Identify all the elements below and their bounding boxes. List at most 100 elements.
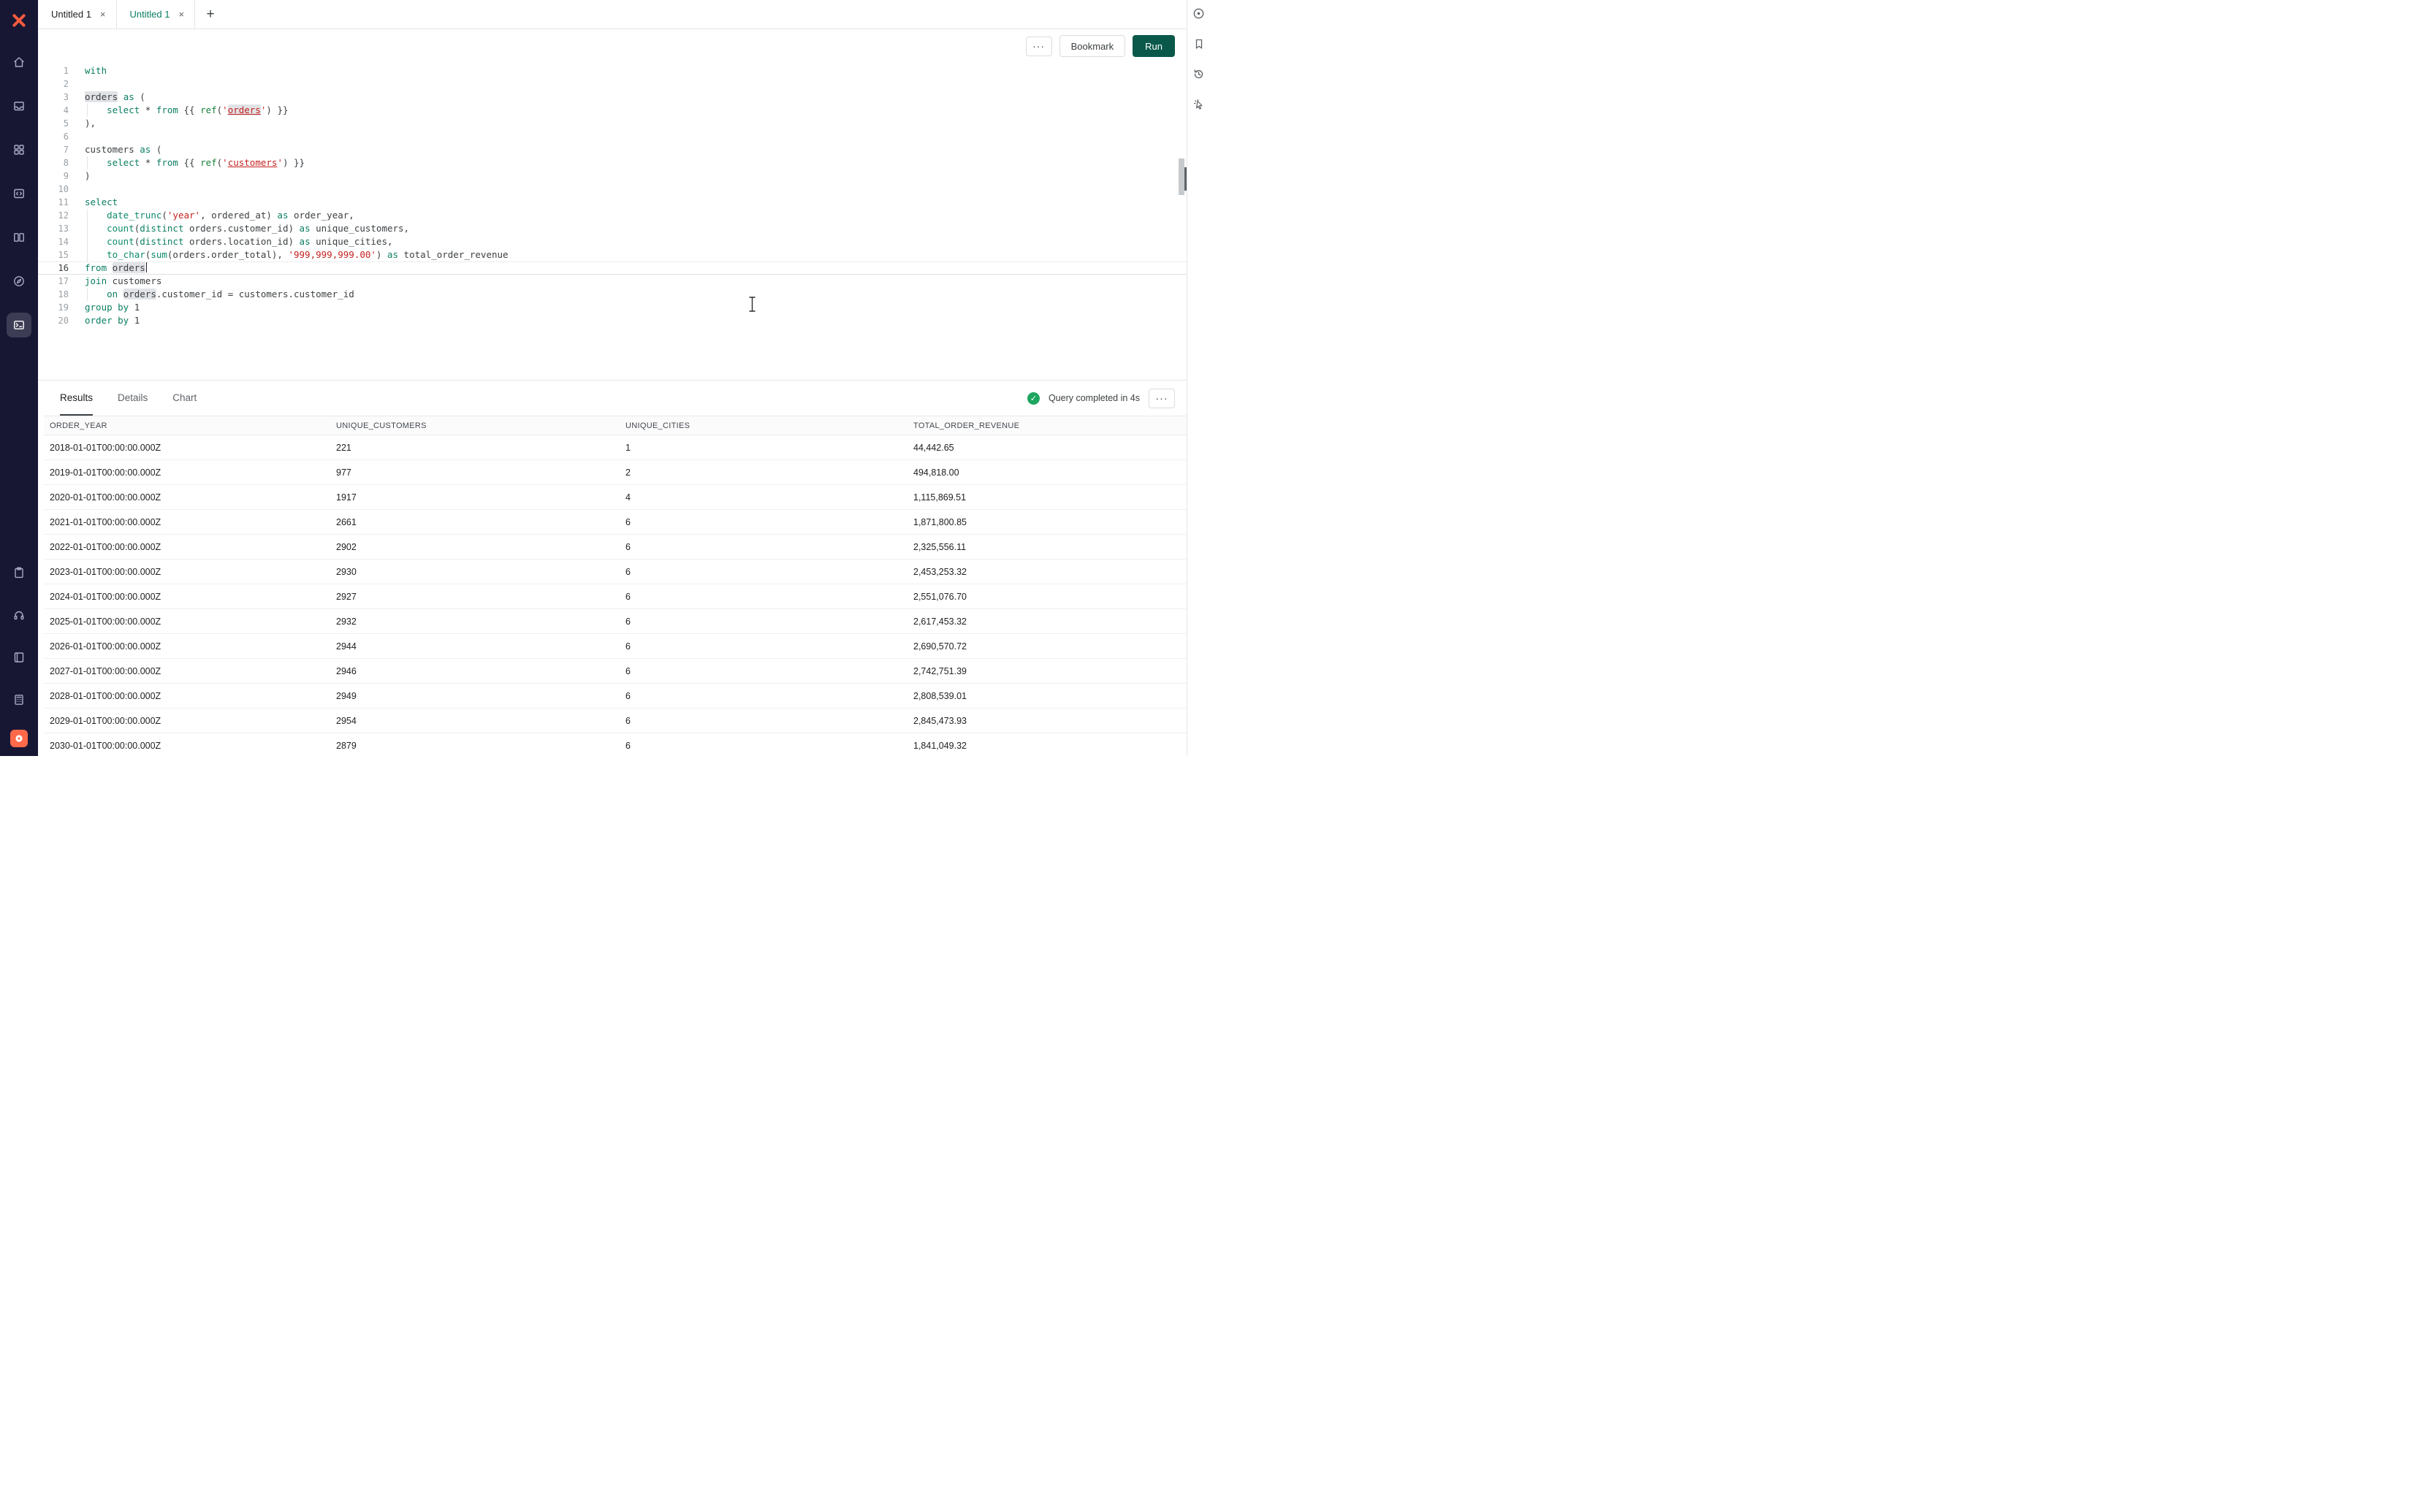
terminal-editor-icon[interactable] [7,313,31,337]
line-number: 8 [38,156,69,169]
calculator-icon[interactable] [7,687,31,712]
table-row[interactable]: 2021-01-01T00:00:00.000Z266161,871,800.8… [44,510,1187,535]
results-body[interactable]: 2018-01-01T00:00:00.000Z221144,442.65201… [44,435,1187,756]
table-row[interactable]: 2030-01-01T00:00:00.000Z287961,841,049.3… [44,733,1187,756]
cursor-click-icon[interactable] [1193,99,1205,110]
table-cell: 2,325,556.11 [908,542,1187,552]
table-row[interactable]: 2020-01-01T00:00:00.000Z191741,115,869.5… [44,485,1187,510]
tab-results[interactable]: Results [60,381,93,416]
results-header-row: ORDER_YEARUNIQUE_CUSTOMERSUNIQUE_CITIEST… [44,416,1187,435]
tab-untitled-1[interactable]: Untitled 1 × [38,0,117,28]
tab-chart[interactable]: Chart [172,381,197,416]
tab-untitled-2[interactable]: Untitled 1 × [117,0,196,28]
code-line-19[interactable]: 19group by 1 [38,301,1187,314]
new-tab-button[interactable]: + [195,0,226,28]
support-headset-icon[interactable] [7,603,31,627]
table-cell: 2,690,570.72 [908,641,1187,652]
code-text: join customers [85,275,161,288]
more-options-button[interactable]: ··· [1026,37,1052,56]
code-line-5[interactable]: 5), [38,117,1187,130]
line-number: 4 [38,104,69,117]
table-row[interactable]: 2029-01-01T00:00:00.000Z295462,845,473.9… [44,709,1187,733]
table-cell: 2030-01-01T00:00:00.000Z [44,741,330,751]
results-more-options-button[interactable]: ··· [1149,389,1175,408]
sidebar-nav [7,50,31,337]
table-row[interactable]: 2026-01-01T00:00:00.000Z294462,690,570.7… [44,634,1187,659]
table-cell: 2927 [330,592,620,602]
code-line-3[interactable]: 3orders as ( [38,91,1187,104]
code-line-2[interactable]: 2 [38,77,1187,91]
notebook-icon[interactable] [7,645,31,670]
right-rail [1187,0,1210,756]
table-row[interactable]: 2019-01-01T00:00:00.000Z9772494,818.00 [44,460,1187,485]
column-header[interactable]: UNIQUE_CUSTOMERS [330,421,620,430]
code-line-13[interactable]: 13 count(distinct orders.customer_id) as… [38,222,1187,235]
column-header[interactable]: ORDER_YEAR [44,421,330,430]
column-header[interactable]: TOTAL_ORDER_REVENUE [908,421,1187,430]
code-line-10[interactable]: 10 [38,183,1187,196]
line-number: 17 [38,275,69,288]
bookmark-icon[interactable] [1193,38,1205,50]
line-number: 10 [38,183,69,196]
query-status: ✓ Query completed in 4s ··· [1027,381,1175,416]
table-cell: 2027-01-01T00:00:00.000Z [44,666,330,676]
table-row[interactable]: 2023-01-01T00:00:00.000Z293062,453,253.3… [44,560,1187,584]
bookmark-button[interactable]: Bookmark [1059,35,1126,57]
home-icon[interactable] [7,50,31,75]
table-row[interactable]: 2028-01-01T00:00:00.000Z294962,808,539.0… [44,684,1187,709]
code-area: 1with23orders as (4 select * from {{ ref… [38,64,1187,327]
apps-grid-icon[interactable] [7,137,31,162]
clipboard-icon[interactable] [7,560,31,585]
code-text: orders as ( [85,91,145,104]
line-number: 5 [38,117,69,130]
results-tab-bar: Results Details Chart ✓ Query completed … [38,381,1187,416]
compare-panels-icon[interactable] [7,225,31,250]
table-row[interactable]: 2018-01-01T00:00:00.000Z221144,442.65 [44,435,1187,460]
code-line-16[interactable]: 16from orders [38,261,1187,275]
run-button[interactable]: Run [1133,35,1175,57]
close-tab-icon[interactable]: × [100,9,106,19]
code-line-6[interactable]: 6 [38,130,1187,143]
code-line-18[interactable]: 18 on orders.customer_id = customers.cus… [38,288,1187,301]
code-line-8[interactable]: 8 select * from {{ ref('customers') }} [38,156,1187,169]
data-warehouse-icon[interactable] [7,93,31,118]
table-cell: 2,845,473.93 [908,716,1187,726]
sql-editor[interactable]: 1with23orders as (4 select * from {{ ref… [38,63,1187,380]
line-number: 11 [38,196,69,209]
tab-details[interactable]: Details [118,381,148,416]
code-editor-icon[interactable] [7,181,31,206]
code-line-11[interactable]: 11select [38,196,1187,209]
code-line-1[interactable]: 1with [38,64,1187,77]
app-logo-icon[interactable] [9,10,29,31]
table-cell: 2021-01-01T00:00:00.000Z [44,517,330,527]
table-cell: 2028-01-01T00:00:00.000Z [44,691,330,701]
code-line-9[interactable]: 9) [38,169,1187,183]
table-row[interactable]: 2027-01-01T00:00:00.000Z294662,742,751.3… [44,659,1187,684]
code-line-15[interactable]: 15 to_char(sum(orders.order_total), '999… [38,248,1187,261]
table-row[interactable]: 2025-01-01T00:00:00.000Z293262,617,453.3… [44,609,1187,634]
line-number: 20 [38,314,69,327]
code-line-7[interactable]: 7customers as ( [38,143,1187,156]
editor-scrollbar[interactable] [1179,159,1184,195]
code-text: date_trunc('year', ordered_at) as order_… [85,209,354,222]
table-row[interactable]: 2024-01-01T00:00:00.000Z292762,551,076.7… [44,584,1187,609]
copilot-icon[interactable] [1192,7,1205,20]
code-line-12[interactable]: 12 date_trunc('year', ordered_at) as ord… [38,209,1187,222]
table-row[interactable]: 2022-01-01T00:00:00.000Z290262,325,556.1… [44,535,1187,560]
workspace-avatar[interactable] [10,730,28,747]
close-tab-icon[interactable]: × [178,9,184,19]
line-number: 14 [38,235,69,248]
table-cell: 6 [620,666,908,676]
code-line-4[interactable]: 4 select * from {{ ref('orders') }} [38,104,1187,117]
code-line-17[interactable]: 17 join customers [38,275,1187,288]
table-cell: 6 [620,741,908,751]
code-line-20[interactable]: 20order by 1 [38,314,1187,327]
table-cell: 2020-01-01T00:00:00.000Z [44,492,330,503]
line-number: 19 [38,301,69,314]
column-header[interactable]: UNIQUE_CITIES [620,421,908,430]
table-cell: 2024-01-01T00:00:00.000Z [44,592,330,602]
table-cell: 2932 [330,616,620,627]
history-icon[interactable] [1192,68,1205,80]
explore-compass-icon[interactable] [7,269,31,294]
code-line-14[interactable]: 14 count(distinct orders.location_id) as… [38,235,1187,248]
